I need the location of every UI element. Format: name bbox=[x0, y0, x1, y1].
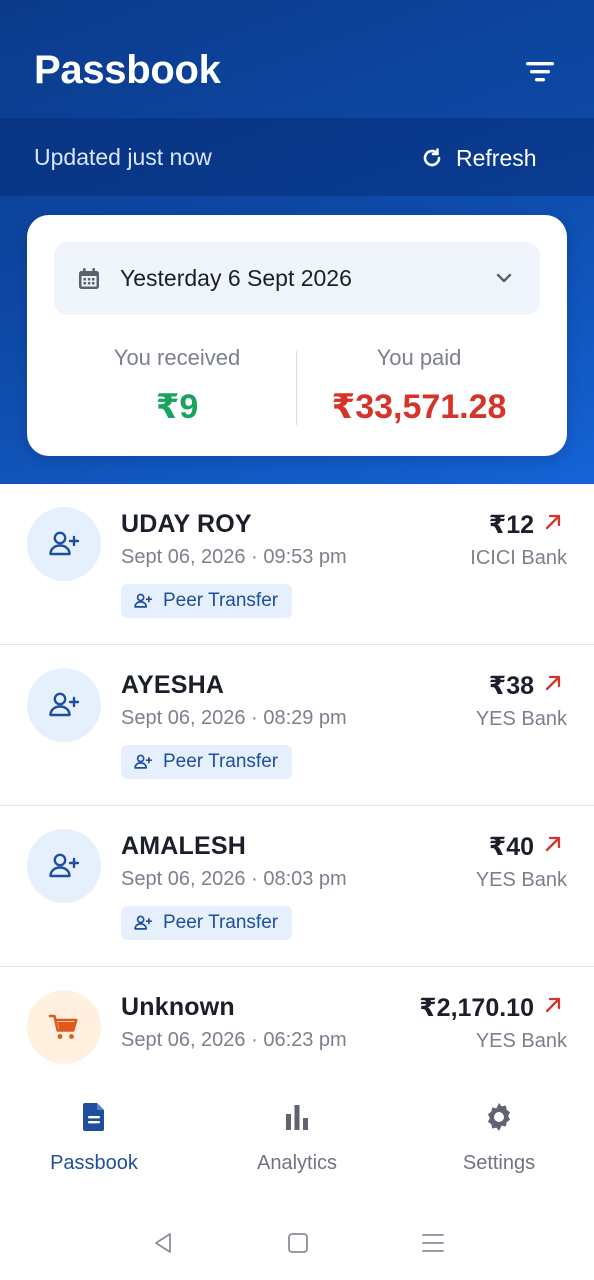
payee-name: Unknown bbox=[121, 993, 235, 1021]
transaction-avatar bbox=[27, 990, 101, 1064]
transaction-avatar bbox=[27, 507, 101, 581]
refresh-label: Refresh bbox=[456, 144, 537, 171]
nav-label: Passbook bbox=[50, 1152, 138, 1174]
category-tag[interactable]: Peer Transfer bbox=[121, 906, 293, 940]
summary-divider bbox=[296, 351, 297, 425]
transaction-datetime: Sept 06, 2026 · 06:23 pm bbox=[121, 1029, 347, 1051]
transaction-datetime: Sept 06, 2026 · 09:53 pm bbox=[121, 546, 347, 568]
chevron-down-icon bbox=[496, 273, 512, 283]
refresh-button[interactable]: Refresh bbox=[420, 142, 537, 174]
update-bar: Updated just now Refresh bbox=[0, 118, 594, 196]
transaction-row[interactable]: AMALESH Sept 06, 2026 · 08:03 pm Peer Tr… bbox=[0, 806, 594, 967]
transaction-amount: ₹12 bbox=[488, 511, 534, 539]
app-header: Passbook Updated just now Refresh Yester… bbox=[0, 0, 594, 484]
received-summary: You received ₹9 bbox=[57, 345, 297, 427]
home-square-icon bbox=[288, 1233, 308, 1253]
bottom-nav: Passbook Analytics Settings bbox=[0, 1074, 594, 1204]
bank-name: YES Bank bbox=[475, 708, 567, 730]
date-selector[interactable]: Yesterday 6 Sept 2026 bbox=[54, 242, 540, 315]
transaction-amount: ₹2,170.10 bbox=[419, 994, 534, 1022]
category-label: Peer Transfer bbox=[163, 751, 279, 772]
arrow-up-right-icon bbox=[545, 675, 561, 691]
add-person-icon bbox=[134, 754, 153, 769]
category-tag[interactable]: Peer Transfer bbox=[121, 584, 293, 618]
system-recents-button[interactable] bbox=[420, 1230, 446, 1256]
transaction-list: UDAY ROY Sept 06, 2026 · 09:53 pm Peer T… bbox=[0, 484, 594, 1074]
payee-name: UDAY ROY bbox=[121, 510, 252, 538]
bank-name: ICICI Bank bbox=[470, 547, 567, 569]
arrow-up-right-icon bbox=[545, 514, 561, 530]
paid-summary: You paid ₹33,571.28 bbox=[299, 345, 539, 427]
transaction-amount: ₹40 bbox=[488, 833, 534, 861]
payee-name: AMALESH bbox=[121, 832, 247, 860]
category-tag[interactable]: Peer Transfer bbox=[121, 745, 293, 779]
paid-amount: ₹33,571.28 bbox=[331, 388, 507, 426]
add-person-icon bbox=[49, 531, 80, 556]
summary-card: Yesterday 6 Sept 2026 You received ₹9 Yo… bbox=[27, 215, 567, 456]
nav-label: Analytics bbox=[256, 1152, 338, 1174]
filter-icon bbox=[526, 62, 554, 82]
transaction-amount: ₹38 bbox=[488, 672, 534, 700]
arrow-up-right-icon bbox=[545, 997, 561, 1013]
system-nav-bar bbox=[0, 1204, 594, 1280]
transaction-row[interactable]: UDAY ROY Sept 06, 2026 · 09:53 pm Peer T… bbox=[0, 484, 594, 645]
transaction-avatar bbox=[27, 668, 101, 742]
nav-item-settings[interactable]: Settings bbox=[409, 1100, 589, 1175]
system-back-button[interactable] bbox=[150, 1230, 176, 1256]
payee-name: AYESHA bbox=[121, 671, 225, 699]
bank-name: YES Bank bbox=[475, 869, 567, 891]
add-person-icon bbox=[49, 692, 80, 717]
document-icon bbox=[83, 1103, 104, 1131]
gear-icon bbox=[487, 1103, 511, 1131]
bank-name: YES Bank bbox=[475, 1030, 567, 1052]
page-title: Passbook bbox=[34, 48, 221, 92]
cart-icon bbox=[48, 1014, 78, 1039]
add-person-icon bbox=[49, 853, 80, 878]
transaction-avatar bbox=[27, 829, 101, 903]
system-home-button[interactable] bbox=[285, 1230, 311, 1256]
date-label: Yesterday 6 Sept 2026 bbox=[120, 265, 352, 291]
menu-lines-icon bbox=[422, 1234, 444, 1252]
filter-button[interactable] bbox=[518, 52, 562, 92]
arrow-up-right-icon bbox=[545, 836, 561, 852]
transaction-row[interactable]: AYESHA Sept 06, 2026 · 08:29 pm Peer Tra… bbox=[0, 645, 594, 806]
received-amount: ₹9 bbox=[155, 388, 199, 426]
update-status: Updated just now bbox=[34, 144, 212, 170]
transaction-row[interactable]: Unknown Sept 06, 2026 · 06:23 pm ₹2,170.… bbox=[0, 967, 594, 1074]
refresh-icon bbox=[423, 148, 441, 167]
add-person-icon bbox=[134, 593, 153, 608]
add-person-icon bbox=[134, 915, 153, 930]
received-label: You received bbox=[113, 345, 241, 370]
category-label: Peer Transfer bbox=[163, 912, 279, 933]
back-triangle-icon bbox=[155, 1233, 171, 1253]
nav-item-passbook[interactable]: Passbook bbox=[4, 1100, 184, 1175]
paid-label: You paid bbox=[376, 345, 462, 370]
nav-label: Settings bbox=[462, 1152, 536, 1174]
calendar-icon bbox=[79, 267, 99, 289]
transaction-datetime: Sept 06, 2026 · 08:03 pm bbox=[121, 868, 347, 890]
nav-item-analytics[interactable]: Analytics bbox=[207, 1100, 387, 1175]
category-label: Peer Transfer bbox=[163, 590, 279, 611]
bar-chart-icon bbox=[286, 1105, 308, 1130]
transaction-datetime: Sept 06, 2026 · 08:29 pm bbox=[121, 707, 347, 729]
